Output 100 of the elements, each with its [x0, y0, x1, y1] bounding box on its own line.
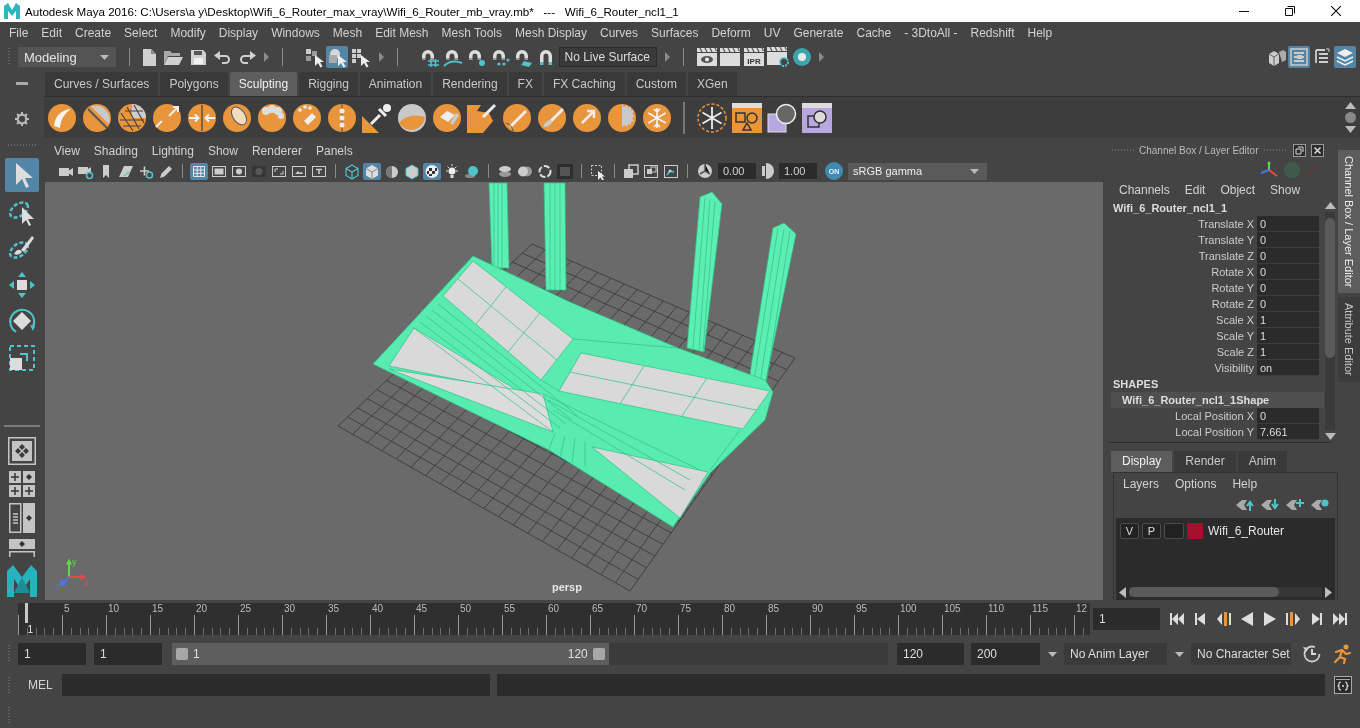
expand-arrow-icon[interactable]: [818, 52, 824, 62]
settings-icon[interactable]: [15, 112, 29, 126]
playback-toggle[interactable]: P: [1142, 523, 1161, 539]
scrollbar-thumb[interactable]: [1325, 218, 1335, 358]
shelf-tab[interactable]: Polygons: [160, 72, 228, 96]
scroll-down-icon[interactable]: [1324, 433, 1336, 440]
channel-label[interactable]: Local Position X: [1108, 408, 1257, 424]
shelf-tab[interactable]: Animation: [359, 72, 432, 96]
menu-item[interactable]: Mesh Tools: [441, 26, 502, 40]
disc-bubbles-icon[interactable]: [257, 102, 287, 133]
stacked-pane-layout-icon[interactable]: [9, 539, 35, 557]
disc-blade-icon[interactable]: [502, 102, 532, 133]
scroll-left-icon[interactable]: [1119, 586, 1126, 598]
exposure-field[interactable]: 0.00: [718, 163, 756, 179]
previous-key-icon[interactable]: [1216, 612, 1231, 626]
magnet-curve-icon[interactable]: [442, 47, 463, 67]
play-forward-icon[interactable]: [1263, 612, 1278, 626]
menu-item[interactable]: Edit: [41, 26, 63, 40]
window-joint-icon[interactable]: [662, 162, 680, 180]
layer-stack-icon[interactable]: [1334, 46, 1356, 68]
caret-icon[interactable]: [1175, 651, 1184, 657]
panel-menu-item[interactable]: Panels: [315, 144, 353, 158]
wire-cube-icon[interactable]: [343, 162, 361, 180]
disc-oval-icon[interactable]: [222, 102, 252, 133]
running-figure-icon[interactable]: [1333, 644, 1351, 664]
side-tab[interactable]: Attribute Editor: [1338, 297, 1360, 383]
overlapping-squares-icon[interactable]: [622, 162, 640, 180]
layer-up-arrow-icon[interactable]: [1236, 498, 1254, 512]
menu-item[interactable]: Deform: [711, 26, 751, 40]
channel-value-field[interactable]: 0: [1257, 296, 1319, 312]
slashed-disc-icon[interactable]: [82, 102, 112, 133]
script-braces-icon[interactable]: [1334, 676, 1352, 694]
step-forward-icon[interactable]: [1309, 612, 1324, 626]
channel-label[interactable]: Scale Z: [1108, 344, 1257, 360]
dashed-select-icon[interactable]: [589, 162, 607, 180]
hierarchy-select-icon[interactable]: [303, 46, 325, 68]
disc-three-dots-icon[interactable]: [327, 102, 357, 133]
end-time-field[interactable]: 200: [971, 643, 1040, 665]
shelf-tab[interactable]: Custom: [626, 72, 686, 96]
channel-label[interactable]: Rotate X: [1108, 264, 1257, 280]
time-slider[interactable]: 5 10 15 20 25 30 35 40 45 50 55 60 65 70 75 80 85 90 95 100 105 110 115 12 1: [18, 603, 1090, 635]
dashed-ring-icon[interactable]: [536, 162, 554, 180]
disc-arrows-in-icon[interactable]: [187, 102, 217, 133]
wave-disc-icon[interactable]: [397, 102, 427, 133]
magnet-plane-icon[interactable]: [513, 47, 533, 67]
skip-to-end-icon[interactable]: [1333, 612, 1348, 626]
scroll-right-icon[interactable]: [1325, 586, 1332, 598]
checker-sphere-icon[interactable]: [423, 162, 441, 180]
layer-color-swatch[interactable]: [1187, 523, 1203, 539]
single-pane-layout-icon[interactable]: [8, 437, 36, 465]
scrollbar-thumb[interactable]: [1129, 587, 1279, 597]
caret-icon[interactable]: [1048, 651, 1057, 657]
channel-value-field[interactable]: 1: [1257, 344, 1319, 360]
next-key-icon[interactable]: [1286, 612, 1301, 626]
ring-sphere-icon[interactable]: [792, 48, 811, 66]
channel-label[interactable]: Translate Z: [1108, 248, 1257, 264]
channel-value-field[interactable]: 0: [1257, 408, 1319, 424]
scroll-up-icon[interactable]: [1324, 202, 1336, 209]
panel-menu-item[interactable]: View: [54, 144, 80, 158]
magnet-grid-icon[interactable]: [419, 47, 439, 67]
hatched-disc-icon[interactable]: [117, 102, 147, 133]
live-surface-field[interactable]: No Live Surface: [558, 47, 657, 67]
layer-down-arrow-icon[interactable]: [1261, 498, 1279, 512]
half-circle-icon[interactable]: [762, 163, 774, 179]
menu-item[interactable]: Modify: [170, 26, 206, 40]
axis-gizmo-icon[interactable]: [1260, 161, 1278, 179]
expand-arrow-icon[interactable]: [664, 52, 670, 62]
channel-value-field[interactable]: 0: [1257, 216, 1319, 232]
channel-label[interactable]: Translate Y: [1108, 232, 1257, 248]
menu-item[interactable]: Mesh Display: [515, 26, 588, 40]
channel-value-field[interactable]: on: [1257, 360, 1319, 376]
menu-item[interactable]: Create: [75, 26, 112, 40]
snowflake-ring-icon[interactable]: [697, 102, 727, 133]
channel-value-field[interactable]: 0: [1257, 232, 1319, 248]
disc-brush-icon[interactable]: [537, 102, 567, 133]
close-icon[interactable]: [1331, 6, 1341, 16]
channel-value-field[interactable]: 1: [1257, 328, 1319, 344]
menu-item[interactable]: File: [9, 26, 29, 40]
disc-cube-icon[interactable]: [432, 102, 462, 133]
menu-item[interactable]: UV: [763, 26, 781, 40]
menu-item[interactable]: Cache: [856, 26, 892, 40]
shelf-tab[interactable]: FX: [508, 72, 542, 96]
channel-menu-item[interactable]: Show: [1270, 183, 1301, 197]
channel-label[interactable]: Rotate Y: [1108, 280, 1257, 296]
gamma-field[interactable]: 1.00: [779, 163, 817, 179]
layer-menu-item[interactable]: Options: [1175, 477, 1217, 491]
layer-tab[interactable]: Anim: [1237, 451, 1288, 472]
playback-start-field[interactable]: 1: [94, 643, 162, 665]
current-time-marker[interactable]: [25, 603, 29, 623]
component-select-icon[interactable]: [349, 46, 371, 68]
panel-menu-item[interactable]: Lighting: [151, 144, 194, 158]
close-icon[interactable]: [1310, 143, 1324, 157]
menu-item[interactable]: - 3DtoAll -: [904, 26, 958, 40]
scrollbar-track[interactable]: [1129, 587, 1322, 597]
layer-menu-item[interactable]: Layers: [1123, 477, 1160, 491]
menu-item[interactable]: Select: [124, 26, 158, 40]
triangle-pin-icon[interactable]: [362, 102, 392, 133]
range-slider-track[interactable]: 1 120: [172, 643, 888, 665]
menu-set-dropdown[interactable]: Modeling: [18, 47, 116, 67]
channel-label[interactable]: Visibility: [1108, 360, 1257, 376]
